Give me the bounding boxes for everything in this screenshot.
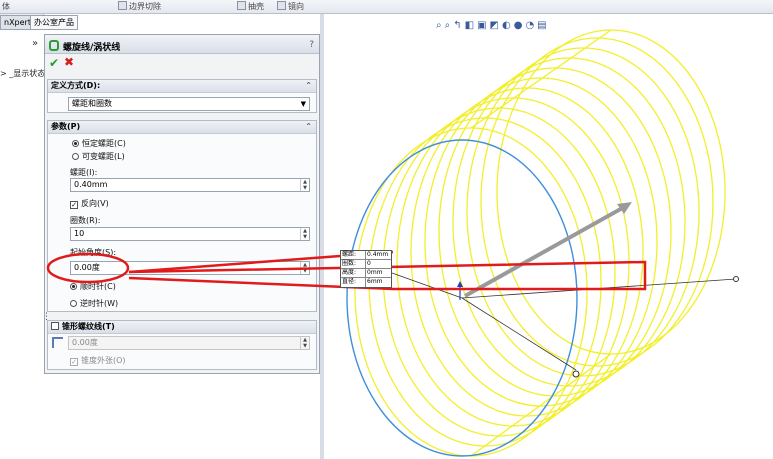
readout-row: 高度: 0mm xyxy=(341,269,391,278)
readout-row: 圈数: 0 xyxy=(341,260,391,269)
highlight-ellipse xyxy=(46,252,130,284)
axis-lines xyxy=(391,272,737,371)
graphics-area[interactable] xyxy=(0,0,773,459)
helix-readout: 螺距: 0.4mm 圈数: 0 高度: 0mm 直径: 6mm xyxy=(340,250,392,288)
direction-handle[interactable] xyxy=(572,370,580,378)
readout-row: 螺距: 0.4mm xyxy=(341,251,391,260)
axis-endpoint[interactable] xyxy=(733,276,739,282)
readout-row: 直径: 6mm xyxy=(342,278,383,287)
helix-curve xyxy=(354,29,726,457)
direction-arrow[interactable] xyxy=(464,202,632,298)
